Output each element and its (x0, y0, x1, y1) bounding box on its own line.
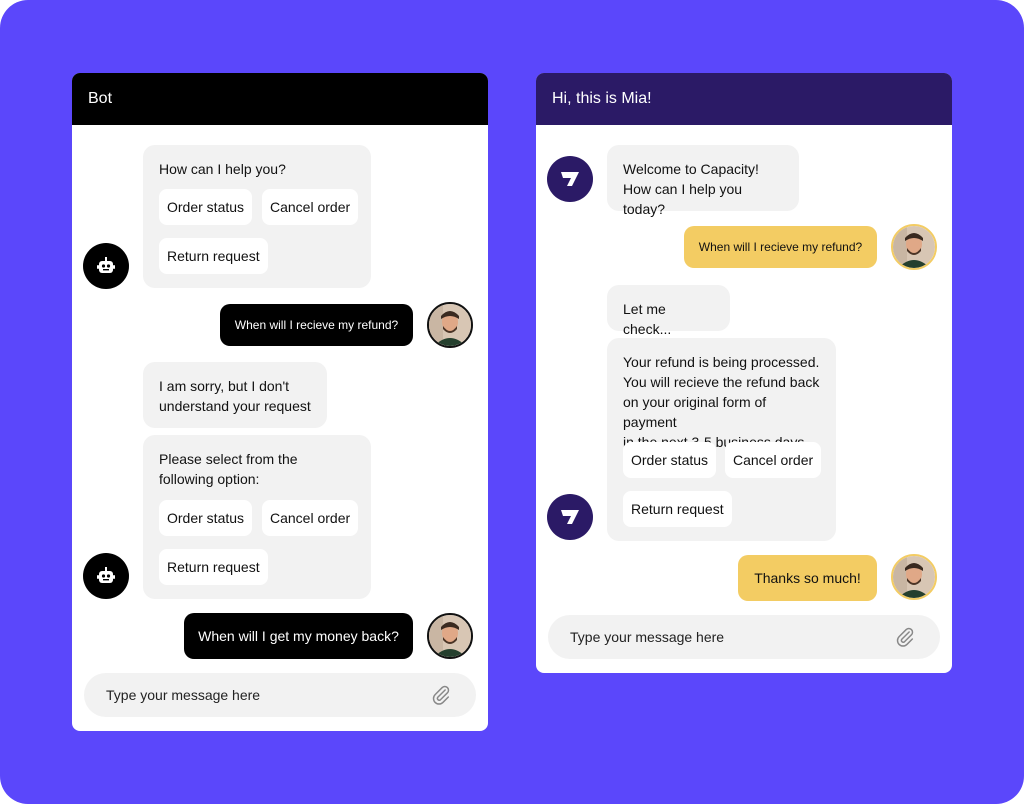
bot-chat-panel: Bot How can I help you? Order status Can… (72, 73, 488, 731)
bot-message-options: Please select from the following option:… (143, 435, 371, 599)
user-photo-icon (429, 615, 471, 657)
chip-order-status[interactable]: Order status (159, 189, 253, 225)
chip-order-status[interactable]: Order status (159, 500, 253, 536)
message-input[interactable]: Type your message here (548, 615, 940, 659)
attachment-icon[interactable] (894, 626, 916, 648)
robot-icon (97, 567, 115, 583)
mia-message-welcome: Welcome to Capacity! How can I help you … (607, 145, 799, 217)
user-avatar (891, 224, 937, 270)
mia-avatar (547, 156, 593, 202)
user-avatar (891, 554, 937, 600)
user-photo-icon (893, 556, 935, 598)
message-input[interactable]: Type your message here (84, 673, 476, 717)
chip-cancel-order[interactable]: Cancel order (262, 189, 359, 225)
user-photo-icon (429, 304, 471, 346)
attachment-icon[interactable] (430, 684, 452, 706)
mia-message-refund-status: Your refund is being processed. You will… (607, 338, 836, 541)
user-message-thanks: Thanks so much! (738, 555, 877, 601)
bot-chat-header: Bot (72, 73, 488, 125)
user-avatar (427, 613, 473, 659)
user-message-money: When will I get my money back? (184, 613, 413, 659)
user-message-refund: When will I recieve my refund? (684, 226, 877, 268)
message-input-placeholder: Type your message here (570, 629, 725, 645)
capacity-logo-icon (561, 172, 579, 186)
mia-chat-title: Hi, this is Mia! (552, 90, 652, 107)
robot-icon (97, 257, 115, 273)
mia-avatar (547, 494, 593, 540)
bot-avatar (83, 553, 129, 599)
capacity-logo-icon (561, 510, 579, 524)
chip-return-request[interactable]: Return request (623, 491, 732, 527)
chip-cancel-order[interactable]: Cancel order (262, 500, 359, 536)
user-photo-icon (893, 226, 935, 268)
chip-cancel-order[interactable]: Cancel order (725, 442, 822, 478)
message-input-placeholder: Type your message here (106, 687, 261, 703)
mia-message-checking: Let me check... (607, 285, 730, 337)
mia-chat-panel: Hi, this is Mia! Welcome to Capacity! Ho… (536, 73, 952, 673)
chip-return-request[interactable]: Return request (159, 549, 268, 585)
bot-message-sorry: I am sorry, but I don't understand your … (143, 362, 327, 428)
chip-return-request[interactable]: Return request (159, 238, 268, 274)
user-message-refund: When will I recieve my refund? (220, 304, 413, 346)
mia-chat-header: Hi, this is Mia! (536, 73, 952, 125)
chip-order-status[interactable]: Order status (623, 442, 717, 478)
bot-avatar (83, 243, 129, 289)
bot-message-help: How can I help you? Order status Cancel … (143, 145, 371, 288)
user-avatar (427, 302, 473, 348)
bot-chat-title: Bot (88, 90, 113, 107)
